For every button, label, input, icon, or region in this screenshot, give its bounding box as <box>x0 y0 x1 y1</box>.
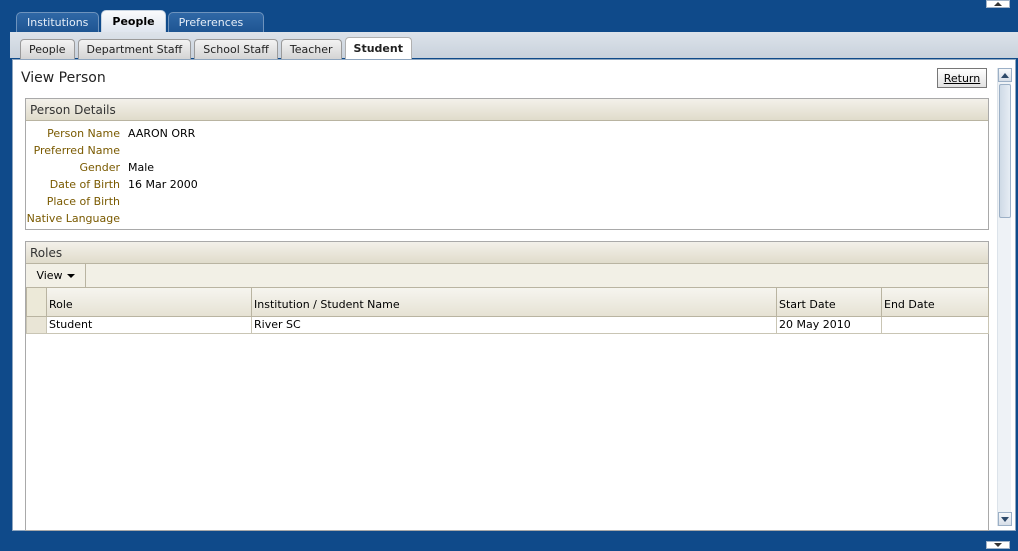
arrow-up-icon <box>1001 72 1009 78</box>
view-label: View <box>36 269 63 282</box>
cell-end-date <box>881 315 989 334</box>
detail-row: Date of Birth 16 Mar 2000 <box>26 176 988 193</box>
detail-row: Preferred Name <box>26 142 988 159</box>
column-header-role[interactable]: Role <box>46 288 252 317</box>
field-label: Gender <box>79 161 120 174</box>
return-button[interactable]: Return <box>937 68 987 88</box>
table-row[interactable]: Student River SC 20 May 2010 <box>26 315 989 334</box>
person-details-section: Person Details Person Name AARON ORR Pre… <box>25 98 989 230</box>
cell-role: Student <box>46 315 252 334</box>
page-title: View Person <box>21 70 106 86</box>
detail-row: Person Name AARON ORR <box>26 125 988 142</box>
field-value: AARON ORR <box>128 127 196 140</box>
scroll-up-corner-button[interactable] <box>986 0 1010 8</box>
section-header: Roles <box>26 242 988 264</box>
subtab-label: People <box>29 43 66 56</box>
main-panel: View Person Return Person Details Person… <box>12 59 1016 531</box>
subtab-label: Teacher <box>289 43 333 56</box>
detail-row: Place of Birth <box>26 193 988 210</box>
subtab-school-staff[interactable]: School Staff <box>194 39 278 59</box>
detail-row: Native Language <box>26 210 988 227</box>
roles-table: Role Institution / Student Name Start Da… <box>26 288 989 334</box>
chevron-up-icon <box>994 2 1002 6</box>
subtab-student[interactable]: Student <box>344 37 412 59</box>
roles-section: Roles View Role Institution / Student Na… <box>25 241 989 531</box>
column-header-institution[interactable]: Institution / Student Name <box>251 288 777 317</box>
field-label: Native Language <box>26 212 120 225</box>
row-selector[interactable] <box>26 315 47 334</box>
detail-row: Gender Male <box>26 159 988 176</box>
subtab-label: School Staff <box>203 43 269 56</box>
tab-people[interactable]: People <box>101 10 166 32</box>
chevron-down-icon <box>994 543 1002 547</box>
subtab-teacher[interactable]: Teacher <box>280 39 342 59</box>
scroll-up-button[interactable] <box>998 68 1012 82</box>
subtab-people[interactable]: People <box>20 39 75 59</box>
tab-label: Preferences <box>178 16 244 29</box>
field-label: Place of Birth <box>46 195 120 208</box>
view-menu-button[interactable]: View <box>26 264 86 287</box>
cell-institution: River SC <box>251 315 777 334</box>
tab-institutions[interactable]: Institutions <box>16 12 100 32</box>
subtab-label: Student <box>353 42 403 55</box>
roles-toolbar: View <box>26 264 988 288</box>
field-label: Preferred Name <box>33 144 120 157</box>
scroll-down-corner-button[interactable] <box>986 541 1010 549</box>
caret-down-icon <box>66 273 75 278</box>
field-value: Male <box>128 161 155 174</box>
tab-label: Institutions <box>27 16 89 29</box>
arrow-down-icon <box>1001 516 1009 522</box>
subtab-department-staff[interactable]: Department Staff <box>77 39 192 59</box>
field-label: Person Name <box>47 127 120 140</box>
scroll-down-button[interactable] <box>998 512 1012 526</box>
tab-preferences[interactable]: Preferences <box>167 12 265 32</box>
vertical-scrollbar[interactable] <box>997 68 1012 526</box>
field-value: 16 Mar 2000 <box>128 178 198 191</box>
top-tab-bar: Institutions People Preferences <box>16 10 266 32</box>
sub-tab-bar: People Department Staff School Staff Tea… <box>20 37 415 59</box>
column-header-start-date[interactable]: Start Date <box>776 288 882 317</box>
table-header-row: Role Institution / Student Name Start Da… <box>26 288 989 317</box>
section-header: Person Details <box>26 99 988 121</box>
subtab-label: Department Staff <box>86 43 183 56</box>
row-selector-header <box>26 288 47 317</box>
cell-start-date: 20 May 2010 <box>776 315 882 334</box>
field-label: Date of Birth <box>49 178 120 191</box>
column-header-end-date[interactable]: End Date <box>881 288 989 317</box>
scrollbar-thumb[interactable] <box>999 84 1011 218</box>
tab-label: People <box>112 15 155 28</box>
return-label: Return <box>943 71 981 85</box>
